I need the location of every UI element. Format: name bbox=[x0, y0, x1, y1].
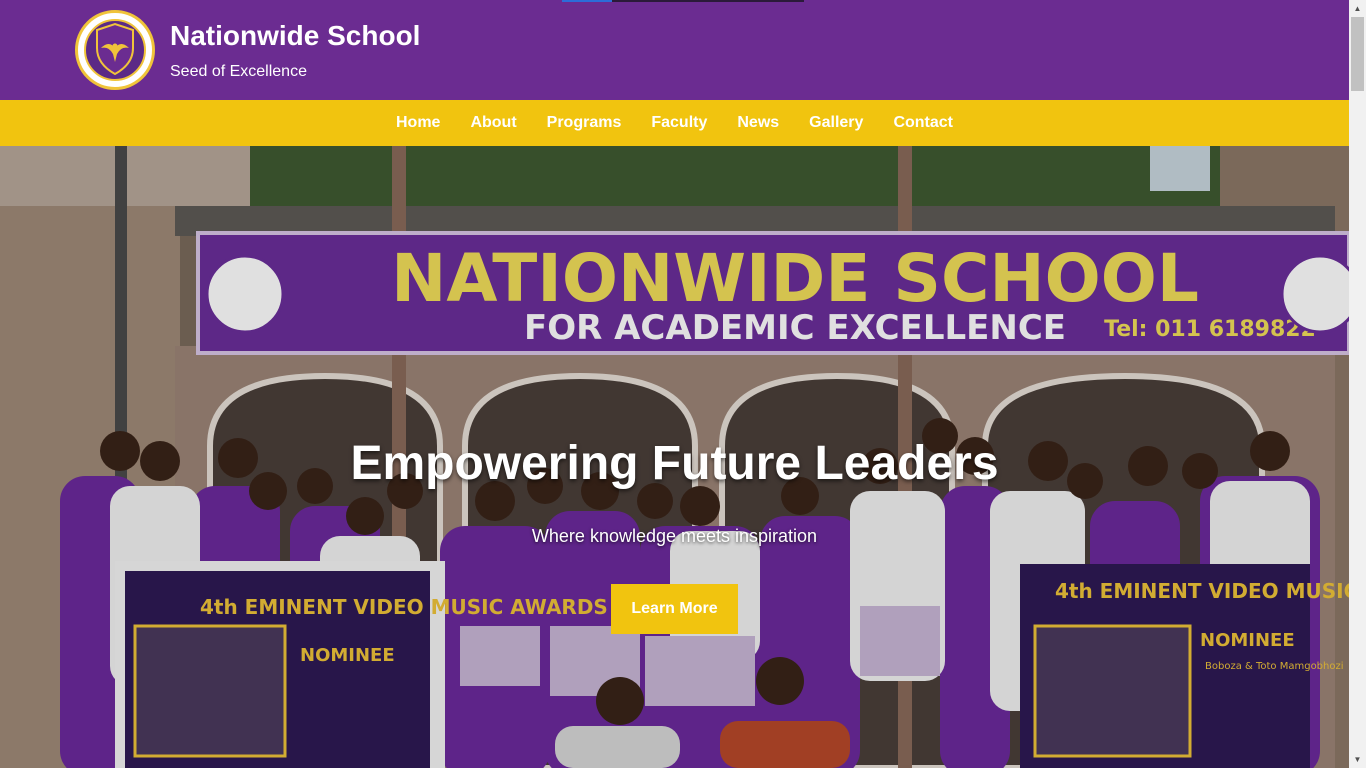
top-strip bbox=[562, 0, 804, 2]
hero-title: Empowering Future Leaders bbox=[350, 437, 999, 490]
nav-home[interactable]: Home bbox=[381, 100, 455, 146]
nav-about[interactable]: About bbox=[455, 100, 531, 146]
nav-faculty[interactable]: Faculty bbox=[636, 100, 722, 146]
site-title[interactable]: Nationwide School bbox=[170, 20, 420, 52]
top-strip-accent bbox=[562, 0, 612, 2]
school-logo[interactable] bbox=[75, 10, 155, 90]
page-scrollbar[interactable]: ▲ ▼ bbox=[1349, 0, 1366, 768]
learn-more-button[interactable]: Learn More bbox=[611, 584, 738, 634]
site-header: Nationwide School Seed of Excellence bbox=[0, 0, 1349, 100]
hero-section: NATIONWIDE SCHOOL FOR ACADEMIC EXCELLENC… bbox=[0, 146, 1349, 768]
main-nav: Home About Programs Faculty News Gallery… bbox=[0, 100, 1349, 146]
nav-programs[interactable]: Programs bbox=[532, 100, 637, 146]
nav-news[interactable]: News bbox=[722, 100, 794, 146]
eagle-crest-icon bbox=[84, 19, 146, 81]
page: Nationwide School Seed of Excellence Hom… bbox=[0, 0, 1349, 768]
scroll-down-arrow-icon[interactable]: ▼ bbox=[1349, 751, 1366, 768]
nav-contact[interactable]: Contact bbox=[878, 100, 968, 146]
scroll-thumb[interactable] bbox=[1351, 17, 1364, 91]
scroll-up-arrow-icon[interactable]: ▲ bbox=[1349, 0, 1366, 17]
hero-subtitle: Where knowledge meets inspiration bbox=[531, 526, 818, 546]
site-tagline: Seed of Excellence bbox=[170, 63, 307, 80]
nav-gallery[interactable]: Gallery bbox=[794, 100, 878, 146]
